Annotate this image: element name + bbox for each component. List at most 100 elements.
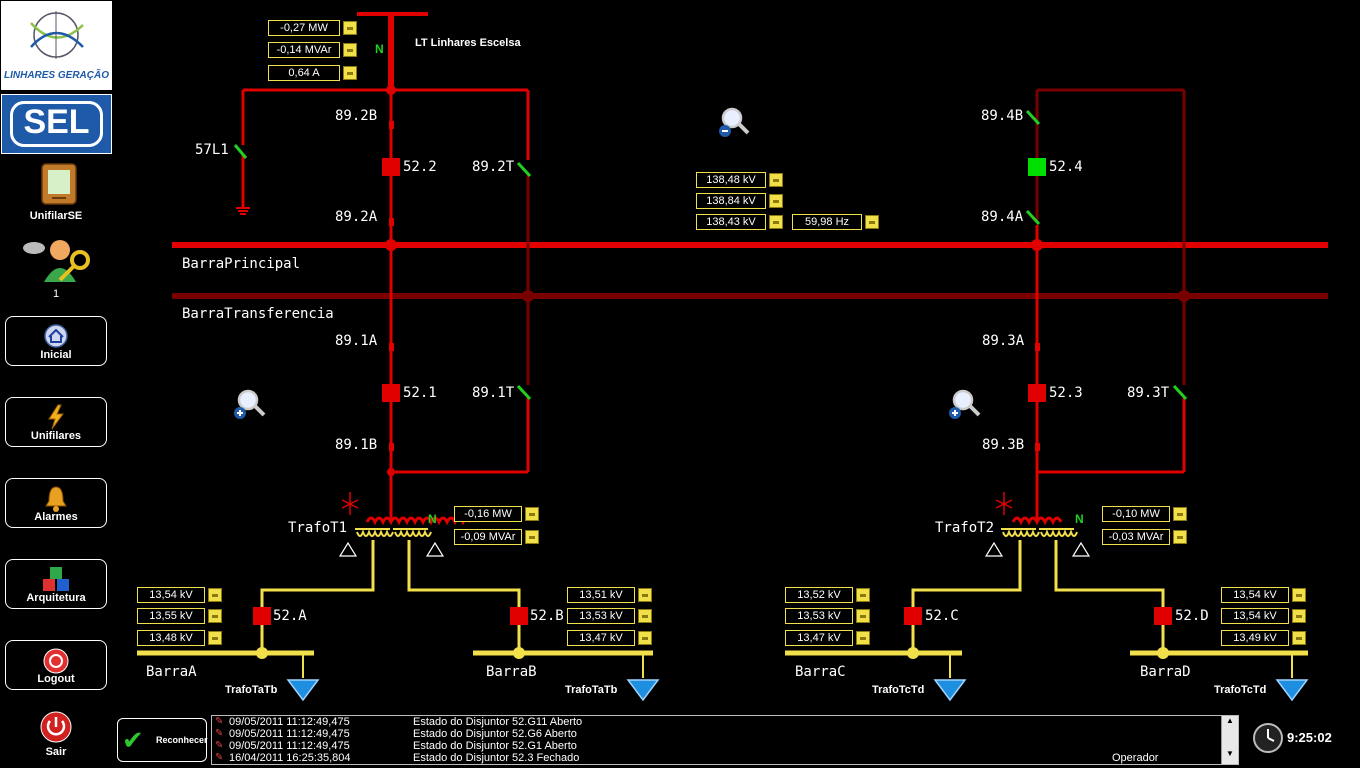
zoom-out-button[interactable]: [716, 104, 752, 145]
clock-widget: 9:25:02: [1250, 720, 1358, 756]
event-scrollbar[interactable]: ▲ ▼: [1221, 716, 1238, 764]
barra-a-kv2-trend-button[interactable]: [208, 609, 222, 623]
barra-a-kv1-measure: 13,54 kV: [137, 587, 222, 603]
label-89-2t: 89.2T: [472, 159, 515, 175]
node-line-top: [386, 85, 396, 95]
barra-b-kv1-trend-button[interactable]: [638, 588, 652, 602]
linhares-logo-text: LINHARES GERAÇÃO: [3, 70, 109, 81]
event-alarm-icon: ✎: [215, 716, 224, 727]
inicial-label: Inicial: [40, 349, 72, 361]
label-trafo-tctd-c: TrafoTcTd: [872, 684, 925, 696]
switch-57l1-tick[interactable]: [233, 144, 248, 159]
user-login-widget[interactable]: 1: [0, 236, 112, 302]
barra-a-kv1-value: 13,54 kV: [137, 587, 205, 603]
label-neutral-t1: N: [428, 512, 437, 526]
trafo-t1-mvar-trend-button[interactable]: [525, 530, 539, 544]
barra-c-kv3-trend-button[interactable]: [856, 631, 870, 645]
switch-89-3t-tick[interactable]: [1172, 384, 1188, 401]
aux-transformers: [286, 679, 1309, 702]
sair-button[interactable]: Sair: [0, 710, 112, 766]
label-barra-principal: BarraPrincipal: [182, 256, 301, 272]
acknowledge-button[interactable]: ✔ Reconhecer: [117, 718, 208, 762]
switch-89-2a-mark[interactable]: [389, 218, 394, 226]
label-89-2b: 89.2B: [335, 108, 378, 124]
trafo-t2-mw-trend-button[interactable]: [1173, 507, 1187, 521]
event-row[interactable]: ✎ 09/05/2011 11:12:49,475 Estado do Disj…: [212, 740, 1238, 752]
line-mvar-trend-button[interactable]: [343, 43, 357, 57]
alarmes-label: Alarmes: [34, 511, 78, 523]
logout-button[interactable]: Logout: [5, 640, 107, 690]
label-89-2a: 89.2A: [335, 209, 378, 225]
event-row[interactable]: ✎ 09/05/2011 11:12:49,475 Estado do Disj…: [212, 716, 1238, 728]
label-89-1t: 89.1T: [472, 385, 515, 401]
barra-b-kv3-measure: 13,47 kV: [567, 630, 652, 646]
arquitetura-button[interactable]: Arquitetura: [5, 559, 107, 609]
switch-89-3b-mark[interactable]: [1035, 443, 1040, 451]
trafo-t1-mvar-value: -0,09 MVAr: [454, 529, 522, 545]
bus-freq-trend-button[interactable]: [865, 215, 879, 229]
barra-c-kv2-trend-button[interactable]: [856, 609, 870, 623]
zoom-in-button-right[interactable]: [945, 386, 981, 427]
breaker-52-b[interactable]: [510, 607, 528, 625]
switch-89-3a-mark[interactable]: [1035, 343, 1040, 351]
barra-c-kv1-value: 13,52 kV: [785, 587, 853, 603]
bus-kv2-trend-button[interactable]: [769, 194, 783, 208]
unifilares-button[interactable]: Unifilares: [5, 397, 107, 447]
label-trafo-tatb-b: TrafoTaTb: [565, 684, 618, 696]
bus-kv1-trend-button[interactable]: [769, 173, 783, 187]
alarmes-button[interactable]: Alarmes: [5, 478, 107, 528]
breaker-52-3[interactable]: [1028, 384, 1046, 402]
trafo-t2-mw-value: -0,10 MW: [1102, 506, 1170, 522]
line-mw-trend-button[interactable]: [343, 21, 357, 35]
breaker-52-1[interactable]: [382, 384, 400, 402]
breaker-52-2[interactable]: [382, 158, 400, 176]
event-row[interactable]: ✎ 16/04/2011 16:25:35,804 Estado do Disj…: [212, 752, 1238, 764]
inicial-button[interactable]: Inicial: [5, 316, 107, 366]
trafo-t2-mvar-trend-button[interactable]: [1173, 530, 1187, 544]
barra-b-kv2-trend-button[interactable]: [638, 609, 652, 623]
trafo-tatb-b-icon[interactable]: [626, 679, 660, 702]
zoom-in-button-left[interactable]: [230, 386, 266, 427]
barra-d-kv1-trend-button[interactable]: [1292, 588, 1306, 602]
switch-89-1b-mark[interactable]: [389, 443, 394, 451]
switch-89-1a-mark[interactable]: [389, 343, 394, 351]
switch-89-1t-tick[interactable]: [516, 384, 532, 401]
barra-d-kv2-trend-button[interactable]: [1292, 609, 1306, 623]
barra-d-kv3-trend-button[interactable]: [1292, 631, 1306, 645]
label-trafo-tatb-a: TrafoTaTb: [225, 684, 278, 696]
scroll-down-icon[interactable]: ▼: [1222, 749, 1238, 758]
barra-c-kv1-trend-button[interactable]: [856, 588, 870, 602]
line-amp-trend-button[interactable]: [343, 66, 357, 80]
unifilar-se-button[interactable]: UnifilarSE: [0, 160, 112, 226]
label-52-c: 52.C: [925, 608, 959, 624]
bus-kv3-trend-button[interactable]: [769, 215, 783, 229]
breaker-52-a[interactable]: [253, 607, 271, 625]
switch-89-2t-tick[interactable]: [516, 161, 532, 178]
event-alarm-icon: ✎: [215, 740, 224, 751]
trafo-tctd-d-icon[interactable]: [1275, 679, 1309, 702]
linhares-logo: LINHARES GERAÇÃO: [1, 1, 112, 90]
barra-b-kv3-trend-button[interactable]: [638, 631, 652, 645]
barra-a-kv1-trend-button[interactable]: [208, 588, 222, 602]
bus-kv1-measure: 138,48 kV: [696, 172, 783, 188]
single-line-diagram: [137, 12, 1328, 702]
breaker-52-c[interactable]: [904, 607, 922, 625]
event-alarm-icon: ✎: [215, 728, 224, 739]
event-row[interactable]: ✎ 09/05/2011 11:12:49,475 Estado do Disj…: [212, 728, 1238, 740]
label-52-d: 52.D: [1175, 608, 1209, 624]
trafo-t1-mw-trend-button[interactable]: [525, 507, 539, 521]
trafo-tctd-c-icon[interactable]: [933, 679, 967, 702]
trafo-tatb-a-icon[interactable]: [286, 679, 320, 702]
breaker-52-4[interactable]: [1028, 158, 1046, 176]
arquitetura-label: Arquitetura: [26, 592, 86, 604]
barra-c-kv3-measure: 13,47 kV: [785, 630, 870, 646]
event-message: Estado do Disjuntor 52.G11 Aberto: [413, 716, 583, 728]
barra-a-kv3-trend-button[interactable]: [208, 631, 222, 645]
line-mvar-measure: -0,14 MVAr: [268, 42, 357, 58]
breaker-52-d[interactable]: [1154, 607, 1172, 625]
scroll-up-icon[interactable]: ▲: [1222, 716, 1238, 725]
transformer-t1-symbol[interactable]: [338, 492, 473, 557]
label-52-2: 52.2: [403, 159, 437, 175]
event-list[interactable]: ✎ 09/05/2011 11:12:49,475 Estado do Disj…: [211, 715, 1239, 765]
switch-89-2b-mark[interactable]: [389, 121, 394, 129]
